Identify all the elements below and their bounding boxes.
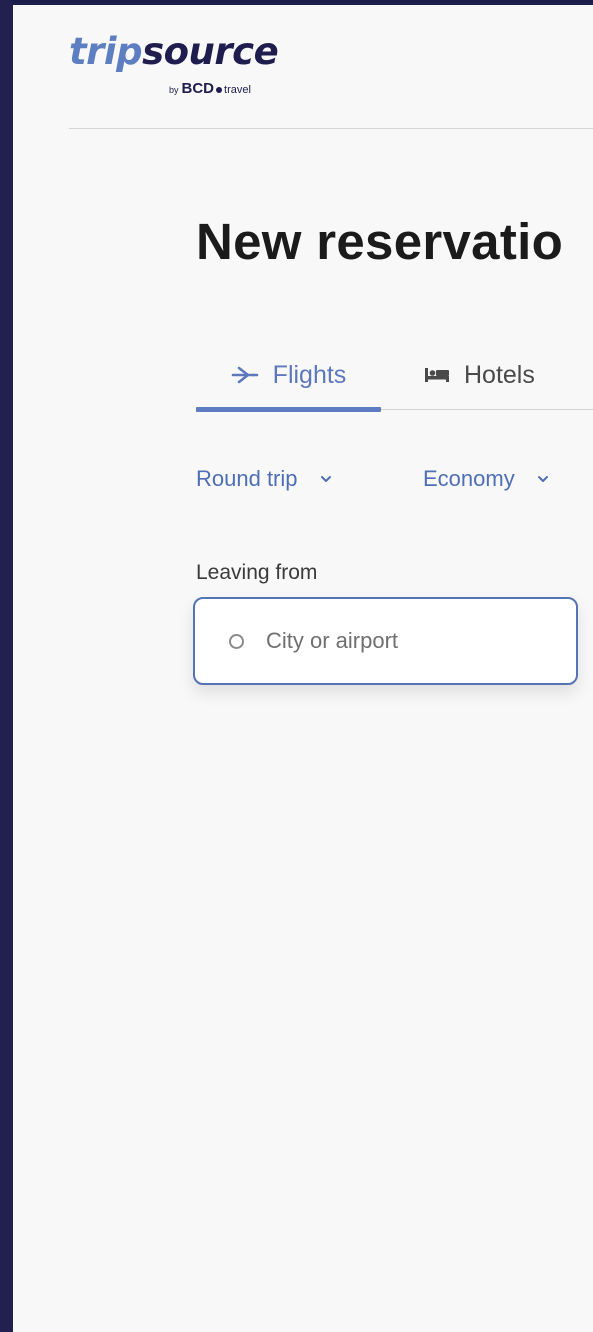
leaving-from-field[interactable] <box>193 597 578 685</box>
logo-wordmark-trip: trip <box>69 30 143 73</box>
airplane-icon <box>231 365 259 385</box>
tripsource-logo[interactable]: tripsource by BCD travel <box>69 30 299 100</box>
chevron-down-icon <box>320 475 332 483</box>
bed-icon <box>424 366 450 384</box>
window-top-border <box>0 0 593 5</box>
tab-hotels-label: Hotels <box>464 360 535 389</box>
logo-wordmark-source: source <box>142 30 279 73</box>
active-tab-indicator <box>196 407 381 412</box>
logo-byline: by BCD travel <box>169 80 251 97</box>
leaving-from-label: Leaving from <box>196 561 318 584</box>
logo-dot-icon <box>216 86 223 93</box>
page-title: New reservatio <box>196 213 564 270</box>
trip-type-dropdown[interactable]: Round trip <box>196 466 332 492</box>
cabin-class-dropdown[interactable]: Economy <box>423 466 549 492</box>
chevron-down-icon <box>537 475 549 483</box>
header-divider <box>69 128 593 129</box>
origin-input[interactable] <box>266 628 546 654</box>
location-marker-icon <box>229 633 244 649</box>
window-left-border <box>0 0 13 1332</box>
cabin-class-value: Economy <box>423 466 515 491</box>
tab-hotels[interactable]: Hotels <box>424 340 535 410</box>
logo-bcd-text: BCD <box>181 80 215 97</box>
tab-flights-label: Flights <box>272 360 347 389</box>
logo-by-text: by <box>169 85 179 95</box>
trip-type-value: Round trip <box>196 466 298 491</box>
tab-flights[interactable]: Flights <box>196 340 381 412</box>
logo-travel-text: travel <box>224 84 251 96</box>
booking-type-tabs: Flights Hotels <box>196 340 593 412</box>
